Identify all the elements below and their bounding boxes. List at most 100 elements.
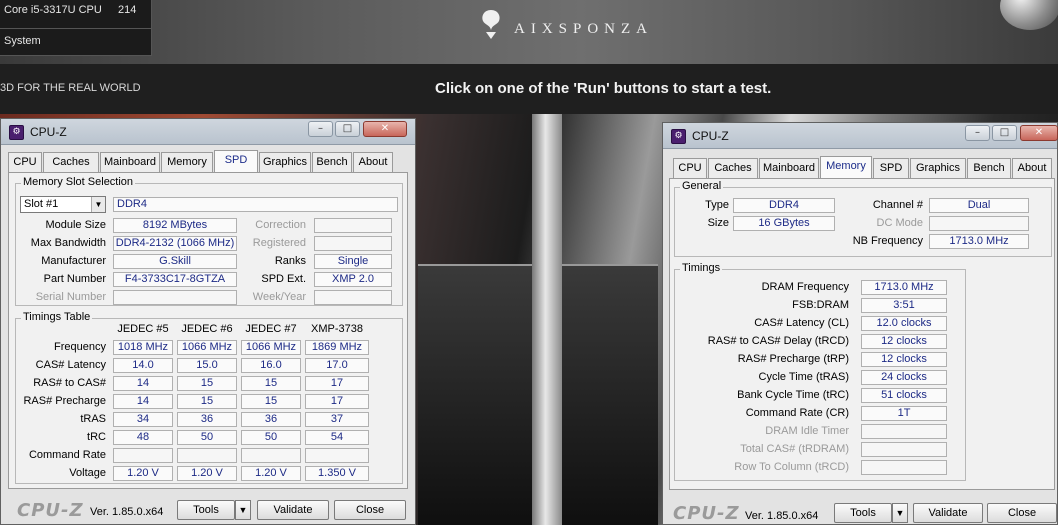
timing-cell: 17.0 [305, 358, 369, 373]
manufacturer-label: Manufacturer [41, 255, 106, 267]
tab-spd[interactable]: SPD [873, 158, 909, 178]
timing-cell: 36 [241, 412, 301, 427]
timing-row-label: CAS# Latency [35, 359, 106, 371]
tab-about[interactable]: About [1012, 158, 1052, 178]
validate-button[interactable]: Validate [913, 503, 983, 523]
tab-caches[interactable]: Caches [43, 152, 99, 172]
dc-mode-label: DC Mode [876, 217, 923, 229]
timing-cell: 1066 MHz [177, 340, 237, 355]
correction-label: Correction [255, 219, 306, 231]
slot-select[interactable]: Slot #1 ▼ [20, 196, 106, 213]
validate-button[interactable]: Validate [257, 500, 329, 520]
timing-cell: 37 [305, 412, 369, 427]
serial-number-value [113, 290, 237, 305]
timing-cell: 15 [177, 394, 237, 409]
module-size-label: Module Size [45, 219, 106, 231]
timing-cell: 14.0 [113, 358, 173, 373]
timing-label: RAS# Precharge (tRP) [737, 353, 849, 365]
maximize-button[interactable]: □ [335, 121, 360, 137]
cpu-score: 214 [118, 4, 137, 16]
timing-cell [241, 448, 301, 463]
timing-value [861, 424, 947, 439]
minimize-button[interactable]: – [965, 125, 990, 141]
maximize-button[interactable]: □ [992, 125, 1017, 141]
timing-cell: 1.20 V [177, 466, 237, 481]
tab-about[interactable]: About [353, 152, 393, 172]
column-header: JEDEC #6 [181, 323, 233, 335]
timing-cell: 48 [113, 430, 173, 445]
logo-mark-icon [482, 10, 500, 39]
tab-caches[interactable]: Caches [708, 158, 758, 178]
close-window-button[interactable]: ✕ [1020, 125, 1058, 141]
minimize-button[interactable]: – [308, 121, 333, 137]
cpuz-app-icon: ⚙ [671, 129, 686, 144]
timing-cell: 50 [241, 430, 301, 445]
timing-label: Bank Cycle Time (tRC) [737, 389, 849, 401]
tools-dropdown-arrow-icon[interactable]: ▼ [892, 503, 908, 523]
nb-frequency-label: NB Frequency [852, 235, 923, 247]
tab-graphics[interactable]: Graphics [910, 158, 966, 178]
title-bar[interactable]: ⚙ CPU-Z – □ ✕ [1, 119, 415, 145]
general-group: General Type DDR4 Size 16 GBytes Channel… [674, 180, 1052, 257]
timing-cell: 1.20 V [113, 466, 173, 481]
group-title: Timings Table [21, 311, 93, 323]
chevron-down-icon[interactable]: ▼ [91, 197, 105, 212]
timing-label: RAS# to CAS# Delay (tRCD) [707, 335, 849, 347]
column-header: JEDEC #5 [117, 323, 169, 335]
tab-graphics[interactable]: Graphics [259, 152, 311, 172]
memory-panel: General Type DDR4 Size 16 GBytes Channel… [669, 178, 1055, 490]
timing-value [861, 460, 947, 475]
timing-cell: 14 [113, 394, 173, 409]
close-window-button[interactable]: ✕ [363, 121, 407, 137]
close-button[interactable]: Close [334, 500, 406, 520]
timing-row-label: Frequency [54, 341, 106, 353]
tab-cpu[interactable]: CPU [8, 152, 42, 172]
tools-button[interactable]: Tools [834, 503, 892, 523]
timing-label: DRAM Frequency [761, 281, 849, 293]
timing-cell: 1869 MHz [305, 340, 369, 355]
timing-cell: 17 [305, 394, 369, 409]
tools-dropdown-arrow-icon[interactable]: ▼ [235, 500, 251, 520]
system-label[interactable]: System [4, 35, 41, 47]
divider [0, 28, 152, 29]
timing-cell [305, 448, 369, 463]
column-header: XMP-3738 [311, 323, 363, 335]
version-label: Ver. 1.85.0.x64 [90, 506, 164, 518]
logo-text: AIXSPONZA [514, 21, 654, 37]
timing-value: 3:51 [861, 298, 947, 313]
timing-label: DRAM Idle Timer [765, 425, 849, 437]
tagline: 3D FOR THE REAL WORLD [0, 82, 141, 94]
timing-value [861, 442, 947, 457]
tab-cpu[interactable]: CPU [673, 158, 707, 178]
tools-button[interactable]: Tools [177, 500, 235, 520]
timing-value: 12 clocks [861, 352, 947, 367]
tab-bench[interactable]: Bench [967, 158, 1011, 178]
tab-spd[interactable]: SPD [214, 150, 258, 172]
spd-panel: Memory Slot Selection Slot #1 ▼ DDR4 Mod… [8, 172, 408, 489]
cpu-name: Core i5-3317U CPU [4, 4, 102, 16]
timing-cell: 50 [177, 430, 237, 445]
ranks-label: Ranks [274, 255, 306, 267]
group-title: Memory Slot Selection [21, 176, 136, 188]
type-label: Type [705, 199, 729, 211]
timing-cell: 1066 MHz [241, 340, 301, 355]
channel-label: Channel # [872, 199, 923, 211]
tab-bench[interactable]: Bench [312, 152, 352, 172]
tab-mainboard[interactable]: Mainboard [759, 158, 819, 178]
dc-mode-value [929, 216, 1029, 231]
timing-cell: 14 [113, 376, 173, 391]
tab-memory[interactable]: Memory [161, 152, 213, 172]
tab-memory[interactable]: Memory [820, 156, 872, 178]
tab-mainboard[interactable]: Mainboard [100, 152, 160, 172]
close-button[interactable]: Close [987, 503, 1057, 523]
timing-label: FSB:DRAM [792, 299, 849, 311]
timings-group: Timings DRAM Frequency 1713.0 MHz FSB:DR… [674, 262, 966, 481]
title-bar[interactable]: ⚙ CPU-Z – □ ✕ [663, 123, 1058, 149]
spd-ext-label: SPD Ext. [261, 273, 306, 285]
type-value: DDR4 [733, 198, 835, 213]
timing-value: 12 clocks [861, 334, 947, 349]
timing-value: 51 clocks [861, 388, 947, 403]
timing-cell [113, 448, 173, 463]
timing-label: Row To Column (tRCD) [734, 461, 849, 473]
cpuz-window-spd: ⚙ CPU-Z – □ ✕ CPU Caches Mainboard Memor… [0, 118, 416, 525]
